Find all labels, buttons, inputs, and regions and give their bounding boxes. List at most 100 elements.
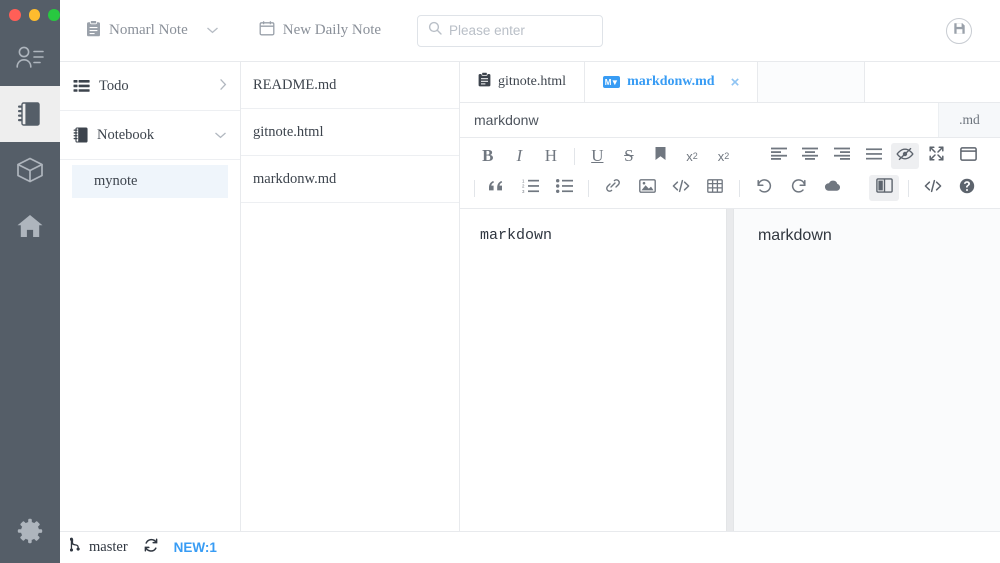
markdown-icon: M▼ bbox=[603, 76, 620, 88]
chevron-down-icon[interactable] bbox=[214, 128, 227, 143]
list-item[interactable]: README.md bbox=[241, 62, 459, 109]
list-item[interactable]: gitnote.html bbox=[241, 109, 459, 156]
new-daily-note-label: New Daily Note bbox=[283, 22, 381, 39]
split-view-icon bbox=[876, 178, 893, 198]
tree-item-mynote[interactable]: mynote bbox=[72, 165, 228, 198]
bookmark-button[interactable] bbox=[647, 143, 675, 169]
filename-bar: .md bbox=[460, 103, 1000, 138]
rail-spacer bbox=[0, 254, 60, 503]
toolbar-separator bbox=[474, 180, 475, 197]
file-list-panel: README.md gitnote.html markdonw.md bbox=[241, 62, 460, 531]
refresh-icon bbox=[143, 537, 159, 558]
expand-icon bbox=[929, 146, 944, 166]
ordered-list-button[interactable]: 1 2 3 bbox=[515, 175, 545, 201]
undo-button[interactable] bbox=[749, 175, 779, 201]
toolbar-row-1: B I H U S x2 x2 bbox=[460, 140, 1000, 172]
rail-item-notebook[interactable] bbox=[0, 86, 60, 142]
hide-preview-button[interactable] bbox=[891, 143, 919, 169]
close-icon[interactable]: × bbox=[731, 74, 740, 91]
help-button[interactable] bbox=[952, 175, 982, 201]
markdown-editor[interactable]: markdown bbox=[460, 209, 726, 531]
unordered-list-button[interactable] bbox=[549, 175, 579, 201]
chevron-right-icon[interactable] bbox=[219, 78, 227, 95]
redo-button[interactable] bbox=[783, 175, 813, 201]
toolbar-separator bbox=[588, 180, 589, 197]
file-name: markdonw.md bbox=[253, 171, 336, 188]
editor-split: markdown markdown bbox=[460, 209, 1000, 531]
rail-item-home[interactable] bbox=[0, 198, 60, 254]
list-item[interactable]: markdonw.md bbox=[241, 156, 459, 203]
fullscreen-button[interactable] bbox=[923, 143, 951, 169]
sync-button[interactable] bbox=[946, 18, 972, 44]
eye-slash-icon bbox=[896, 147, 914, 166]
search-input[interactable] bbox=[449, 23, 592, 38]
heading-button[interactable]: H bbox=[537, 143, 565, 169]
code-button[interactable] bbox=[666, 175, 696, 201]
git-branch-icon bbox=[70, 537, 82, 558]
file-extension-label: .md bbox=[938, 103, 1000, 137]
toolbar-row-2: 1 2 3 bbox=[460, 172, 1000, 204]
editor-content: markdown bbox=[480, 227, 552, 244]
tree-child-label: mynote bbox=[94, 173, 138, 190]
bold-button[interactable]: B bbox=[474, 143, 502, 169]
tab-gitnote-html[interactable]: gitnote.html bbox=[460, 62, 585, 102]
minimize-window-button[interactable] bbox=[29, 9, 41, 21]
superscript-button[interactable]: x2 bbox=[678, 143, 706, 169]
user-list-icon bbox=[15, 45, 45, 71]
strikethrough-button[interactable]: S bbox=[615, 143, 643, 169]
redo-icon bbox=[790, 178, 807, 198]
file-icon bbox=[478, 72, 491, 92]
maximize-window-button[interactable] bbox=[48, 9, 60, 21]
underline-button[interactable]: U bbox=[584, 143, 612, 169]
subscript-button[interactable]: x2 bbox=[710, 143, 738, 169]
rail-item-package[interactable] bbox=[0, 142, 60, 198]
image-icon bbox=[639, 179, 656, 198]
app-header: Nomarl Note New Daily Note bbox=[60, 0, 1000, 62]
chevron-down-icon[interactable] bbox=[206, 22, 219, 39]
tree-item-notebook[interactable]: Notebook bbox=[60, 111, 240, 160]
new-normal-note-label: Nomarl Note bbox=[109, 22, 188, 39]
save-icon bbox=[953, 22, 966, 40]
search-box[interactable] bbox=[417, 15, 603, 47]
branch-name: master bbox=[89, 539, 128, 556]
toolbar-separator bbox=[574, 148, 575, 165]
quote-button[interactable] bbox=[481, 175, 511, 201]
tabbar-filler bbox=[758, 62, 865, 102]
align-right-button[interactable] bbox=[828, 143, 856, 169]
svg-text:3: 3 bbox=[522, 189, 525, 193]
git-branch-status[interactable]: master bbox=[70, 537, 128, 558]
image-button[interactable] bbox=[632, 175, 662, 201]
align-left-button[interactable] bbox=[765, 143, 793, 169]
pane-splitter[interactable] bbox=[726, 209, 734, 531]
table-button[interactable] bbox=[700, 175, 730, 201]
close-window-button[interactable] bbox=[9, 9, 21, 21]
window-button[interactable] bbox=[954, 143, 982, 169]
html-source-button[interactable] bbox=[918, 175, 948, 201]
align-center-icon bbox=[802, 147, 818, 165]
rail-item-account[interactable] bbox=[0, 30, 60, 86]
todo-list-icon bbox=[73, 79, 90, 94]
box-icon bbox=[15, 156, 45, 184]
tree-item-todo[interactable]: Todo bbox=[60, 62, 240, 111]
refresh-button[interactable] bbox=[143, 537, 159, 558]
tab-markdonw-md[interactable]: M▼ markdonw.md × bbox=[585, 62, 758, 102]
new-normal-note-button[interactable]: Nomarl Note bbox=[72, 0, 233, 62]
toolbar-separator bbox=[739, 180, 740, 197]
split-view-button[interactable] bbox=[869, 175, 899, 201]
file-name: README.md bbox=[253, 77, 336, 94]
status-badge[interactable]: NEW:1 bbox=[174, 540, 217, 555]
tab-label: markdonw.md bbox=[627, 74, 715, 90]
window-controls bbox=[0, 0, 60, 30]
link-button[interactable] bbox=[598, 175, 628, 201]
italic-button[interactable]: I bbox=[506, 143, 534, 169]
menu-icon bbox=[866, 147, 882, 165]
menu-button[interactable] bbox=[860, 143, 888, 169]
new-daily-note-button[interactable]: New Daily Note bbox=[245, 0, 395, 62]
svg-text:2: 2 bbox=[522, 183, 525, 188]
cloud-button[interactable] bbox=[817, 175, 847, 201]
align-center-button[interactable] bbox=[797, 143, 825, 169]
editor-panel: gitnote.html M▼ markdonw.md × .md bbox=[460, 62, 1000, 531]
filename-input[interactable] bbox=[460, 103, 938, 137]
undo-icon bbox=[756, 178, 773, 198]
rail-item-settings[interactable] bbox=[0, 503, 60, 563]
